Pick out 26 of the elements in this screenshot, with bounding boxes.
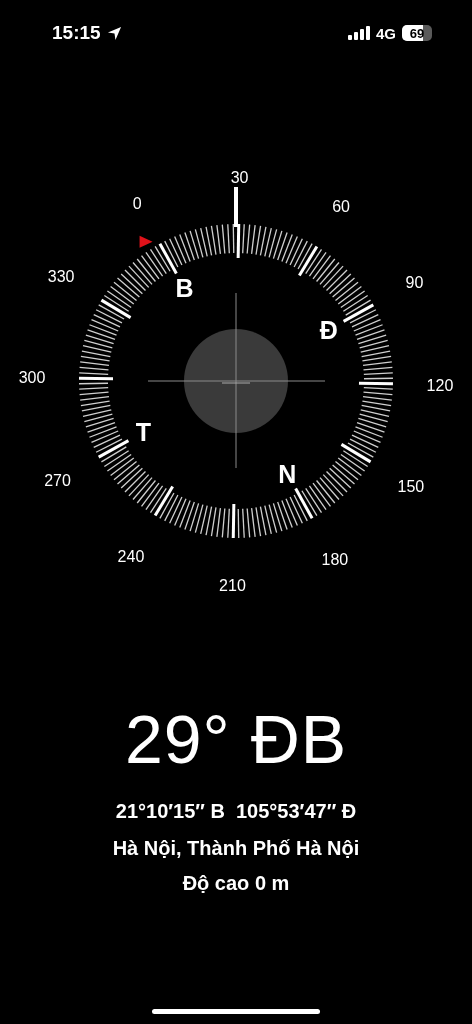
degree-label: 120 <box>426 376 454 394</box>
degree-label: 240 <box>117 547 145 565</box>
degree-label: 60 <box>332 198 350 216</box>
degree-label: 30 <box>230 169 249 187</box>
cardinal-label: Đ <box>319 315 338 344</box>
degree-label: 150 <box>397 478 425 496</box>
location-arrow-icon <box>106 25 122 41</box>
heading-reading: 29° ĐB <box>124 700 348 778</box>
cardinal-label: N <box>278 459 297 488</box>
degree-label: 300 <box>18 369 46 387</box>
network-type: 4G <box>376 24 396 42</box>
degree-label: 330 <box>47 267 75 285</box>
clock-time: 15:15 <box>52 22 101 44</box>
degree-label: 0 <box>132 194 142 212</box>
degree-label: 210 <box>219 576 246 594</box>
cardinal-label: T <box>135 418 151 447</box>
cardinal-label: B <box>175 274 194 303</box>
heading-needle <box>234 187 238 227</box>
degree-label: 90 <box>405 274 424 292</box>
location-text: Hà Nội, Thành Phố Hà Nội <box>112 837 360 860</box>
degree-label: 180 <box>321 551 349 569</box>
north-marker-icon <box>139 235 153 248</box>
signal-icon <box>348 26 370 40</box>
degree-label: 270 <box>44 471 71 489</box>
altitude-text: Độ cao 0 m <box>182 872 290 895</box>
coordinates-text: 21°10′15″ B 105°53′47″ Đ <box>115 800 357 823</box>
